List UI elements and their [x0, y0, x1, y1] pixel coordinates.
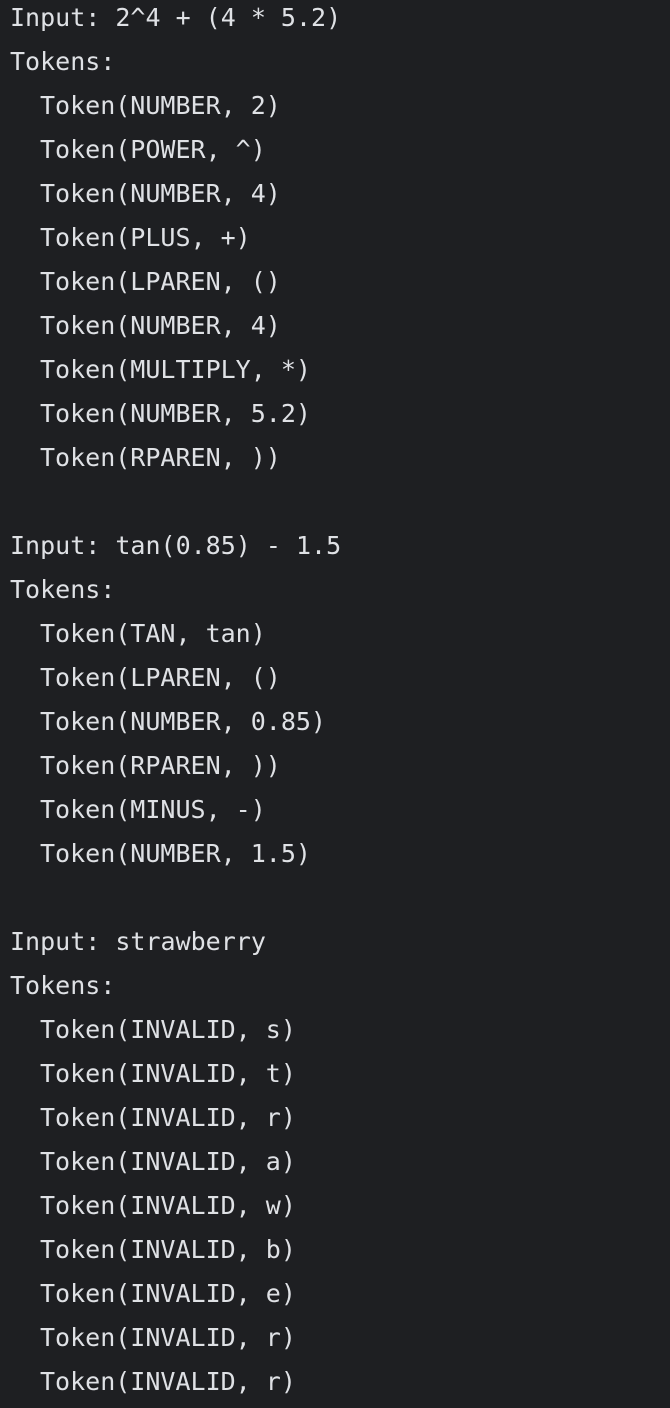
token-line: Token(RPAREN, ))	[40, 751, 281, 780]
token-line: Token(INVALID, b)	[40, 1235, 296, 1264]
console-output: Input: 2^4 + (4 * 5.2) Tokens: Token(NUM…	[0, 0, 670, 1406]
token-line: Token(LPAREN, ()	[40, 663, 281, 692]
token-line: Token(MULTIPLY, *)	[40, 355, 311, 384]
token-line: Token(INVALID, s)	[40, 1015, 296, 1044]
token-line: Token(INVALID, e)	[40, 1279, 296, 1308]
token-line: Token(PLUS, +)	[40, 223, 251, 252]
token-line: Token(INVALID, r)	[40, 1323, 296, 1352]
token-line: Token(NUMBER, 0.85)	[40, 707, 326, 736]
token-line: Token(INVALID, a)	[40, 1147, 296, 1176]
token-line: Token(NUMBER, 5.2)	[40, 399, 311, 428]
token-line: Token(TAN, tan)	[40, 619, 266, 648]
token-line: Token(POWER, ^)	[40, 135, 266, 164]
tokens-label: Tokens:	[10, 971, 116, 1000]
token-line: Token(INVALID, w)	[40, 1191, 296, 1220]
token-line: Token(RPAREN, ))	[40, 443, 281, 472]
token-line: Token(INVALID, r)	[40, 1103, 296, 1132]
token-line: Token(NUMBER, 4)	[40, 179, 281, 208]
token-line: Token(INVALID, t)	[40, 1059, 296, 1088]
tokens-label: Tokens:	[10, 575, 116, 604]
token-line: Token(NUMBER, 2)	[40, 91, 281, 120]
input-line: Input: strawberry	[10, 927, 266, 956]
input-line: Input: 2^4 + (4 * 5.2)	[10, 3, 342, 32]
token-line: Token(LPAREN, ()	[40, 267, 281, 296]
input-line: Input: tan(0.85) - 1.5	[10, 531, 342, 560]
token-line: Token(NUMBER, 4)	[40, 311, 281, 340]
token-line: Token(NUMBER, 1.5)	[40, 839, 311, 868]
token-line: Token(MINUS, -)	[40, 795, 266, 824]
token-line: Token(INVALID, r)	[40, 1367, 296, 1396]
tokens-label: Tokens:	[10, 47, 116, 76]
